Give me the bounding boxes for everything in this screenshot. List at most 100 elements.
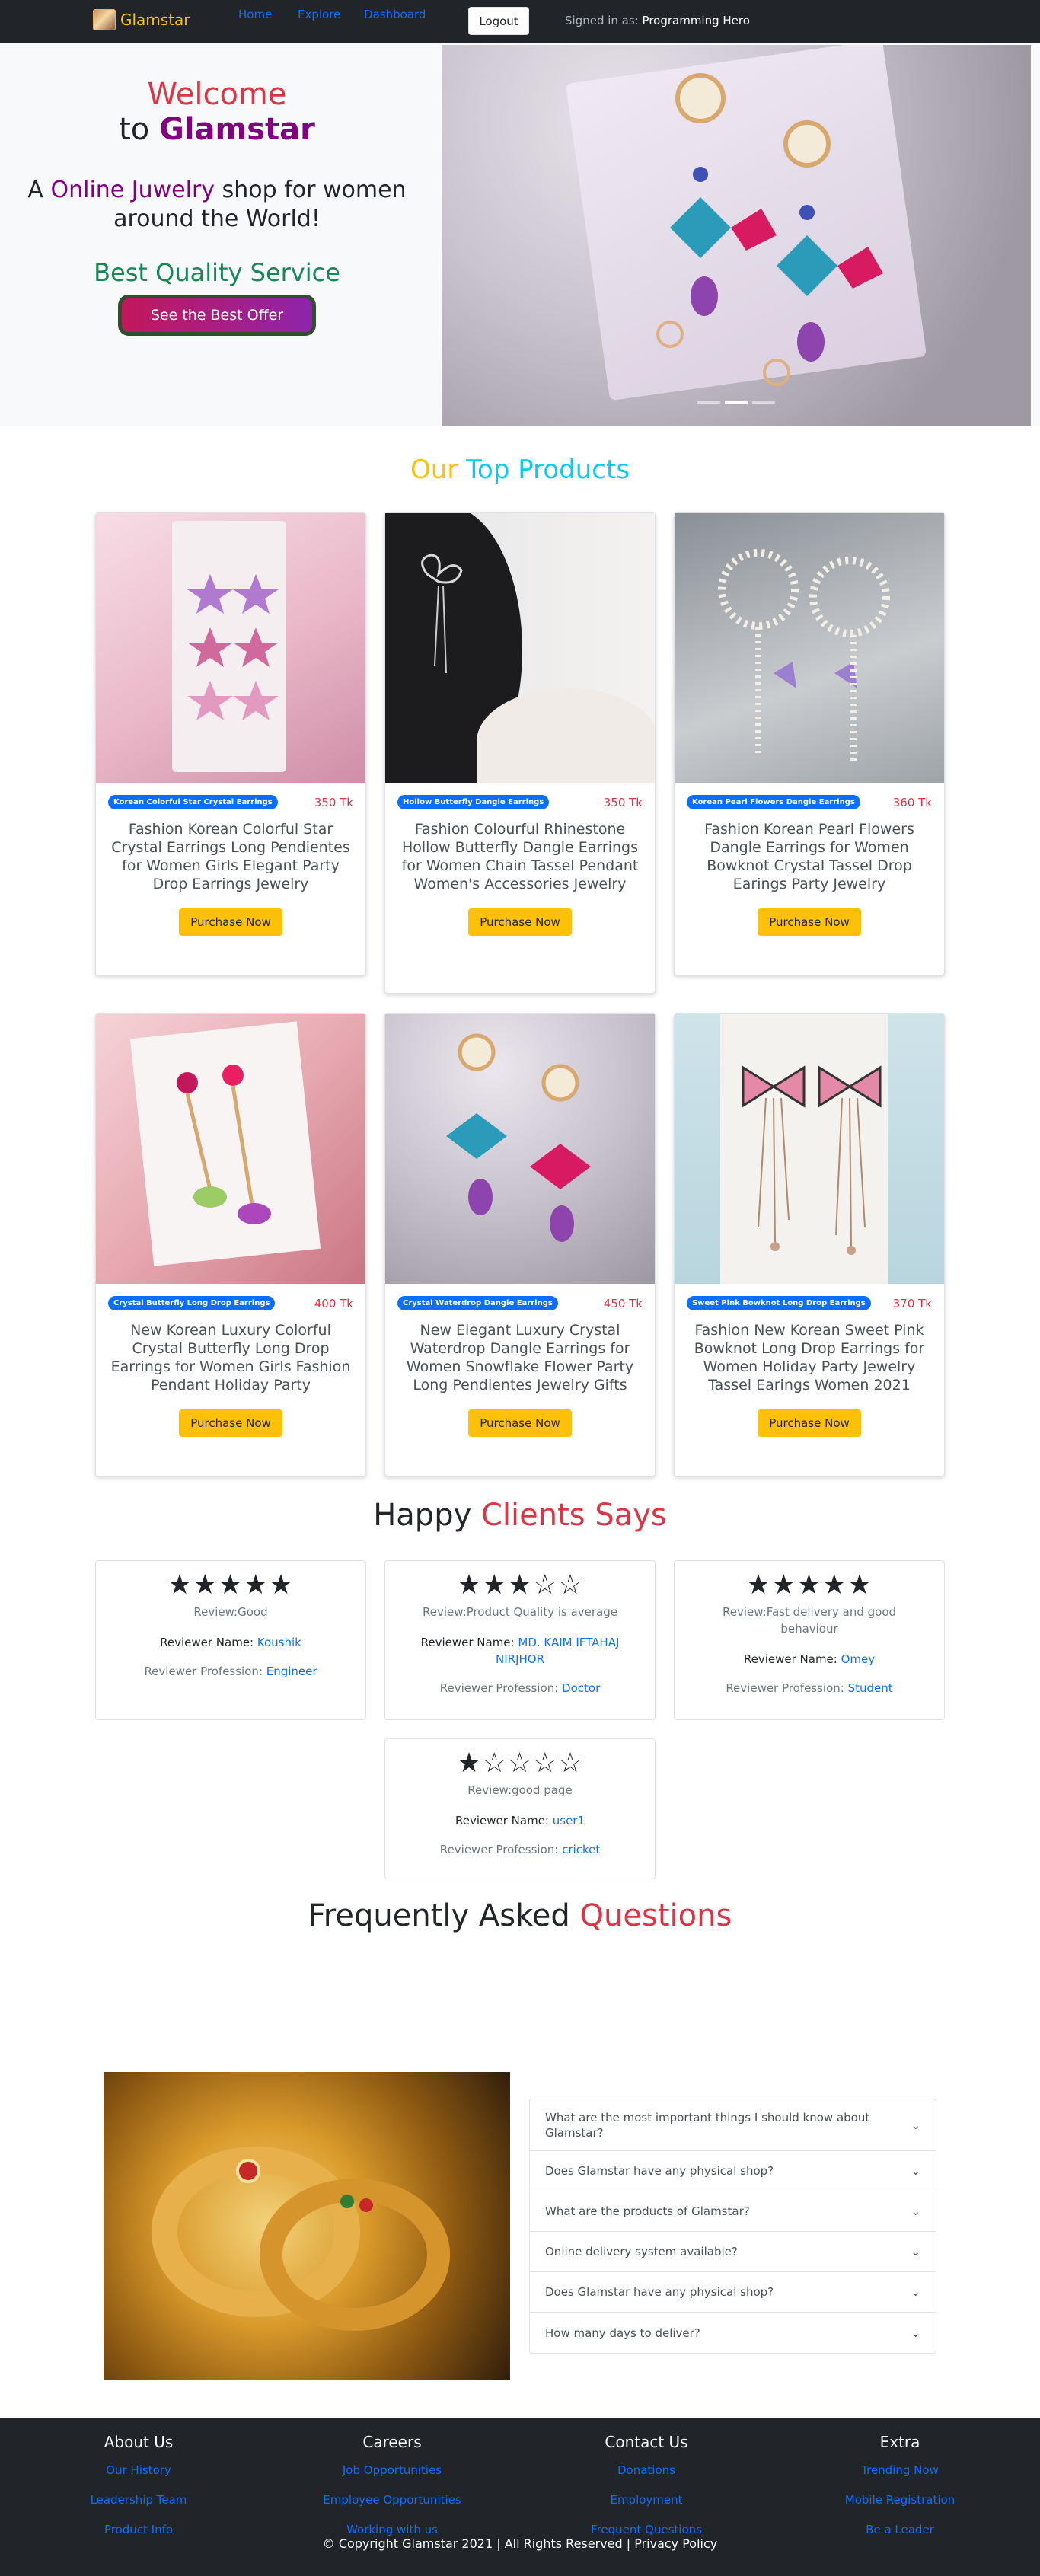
welcome-to: to <box>119 112 150 147</box>
carousel-dot[interactable] <box>752 401 775 404</box>
carousel-dot[interactable] <box>697 401 720 404</box>
purchase-now-button[interactable]: Purchase Now <box>179 908 282 936</box>
faq-item[interactable]: Does Glamstar have any physical shop? ⌄ <box>530 2272 936 2313</box>
product-price: 450 Tk <box>603 1296 643 1310</box>
purchase-now-button[interactable]: Purchase Now <box>179 1409 282 1437</box>
reviewer-profession: Reviewer Profession: Student <box>726 1681 893 1695</box>
product-meta: Crystal Butterfly Long Drop Earrings 400… <box>96 1296 365 1310</box>
footer-link[interactable]: Employee Opportunities <box>278 2485 506 2515</box>
product-image[interactable] <box>385 1014 655 1284</box>
top-products-title: Our Top Products <box>0 455 1040 485</box>
reviewer-name: Reviewer Name: Omey <box>743 1652 876 1666</box>
faq-item[interactable]: What are the products of Glamstar? ⌄ <box>530 2191 936 2232</box>
tagline-highlight: Online Juwelry <box>50 177 215 203</box>
footer-link[interactable]: Trending Now <box>786 2456 1014 2485</box>
product-image[interactable] <box>675 1014 944 1284</box>
signed-in-info: Signed in as: Programming Hero <box>565 14 750 27</box>
faq-title: Frequently Asked Questions <box>0 1898 1040 1933</box>
product-meta: Korean Colorful Star Crystal Earrings 35… <box>96 795 365 809</box>
reviewer-profession: Reviewer Profession: Doctor <box>439 1681 601 1695</box>
brand[interactable]: Glamstar <box>93 9 190 30</box>
purchase-now-button[interactable]: Purchase Now <box>468 908 572 936</box>
product-card: Sweet Pink Bowknot Long Drop Earrings 37… <box>674 1013 945 1476</box>
footer-link[interactable]: Job Opportunities <box>278 2456 506 2485</box>
footer-link[interactable]: Our History <box>24 2456 253 2485</box>
reviewer-name: Reviewer Name: MD. KAIM IFTAHAJ NIRJHOR <box>420 1636 620 1666</box>
review-text: Review:Product Quality is average <box>423 1605 617 1619</box>
top-products-title-b: Top Products <box>466 455 630 485</box>
product-name: New Korean Luxury Colorful Crystal Butte… <box>110 1322 351 1393</box>
product-card: Korean Colorful Star Crystal Earrings 35… <box>95 512 366 975</box>
hero-tagline: A Online Juwelry shop for women around t… <box>0 176 434 234</box>
faq-accordion: What are the most important things I sho… <box>529 2099 936 2354</box>
star-rating-icon: ★★★☆☆ <box>456 1569 584 1601</box>
quality-slogan: Best Quality Service <box>94 258 340 287</box>
product-card: Korean Pearl Flowers Dangle Earrings 360… <box>674 512 945 975</box>
nav-link-dashboard[interactable]: Dashboard <box>364 8 426 21</box>
star-rating-icon: ★★★★★ <box>167 1569 295 1601</box>
faq-question: Online delivery system available? <box>545 2245 738 2258</box>
product-meta: Hollow Butterfly Dangle Earrings 350 Tk <box>385 795 655 809</box>
product-name: New Elegant Luxury Crystal Waterdrop Dan… <box>406 1322 634 1393</box>
product-image[interactable] <box>675 513 944 783</box>
faq-question: What are the most important things I sho… <box>545 2110 870 2140</box>
footer-column-careers: Careers Job Opportunities Employee Oppor… <box>278 2433 506 2545</box>
footer-link[interactable]: Mobile Registration <box>786 2485 1014 2515</box>
footer-column-extra: Extra Trending Now Mobile Registration B… <box>786 2433 1014 2545</box>
nav-link-explore[interactable]: Explore <box>298 8 340 21</box>
carousel-indicators[interactable] <box>697 401 775 404</box>
product-image[interactable] <box>385 513 655 783</box>
faq-title-b: Questions <box>579 1898 732 1933</box>
logout-button[interactable]: Logout <box>468 7 529 35</box>
product-meta: Crystal Waterdrop Dangle Earrings 450 Tk <box>385 1296 655 1310</box>
hero-text: Welcome to Glamstar A Online Juwelry sho… <box>0 43 434 336</box>
footer-link[interactable]: Donations <box>532 2456 761 2485</box>
chevron-down-icon: ⌄ <box>911 2118 920 2132</box>
product-price: 350 Tk <box>314 795 353 809</box>
brand-name: Glamstar <box>120 11 190 29</box>
faq-question: What are the products of Glamstar? <box>545 2204 750 2218</box>
brand-logo-icon <box>93 9 116 30</box>
review-card: ★★★★★ Review:Good Reviewer Name: Koushik… <box>95 1560 366 1720</box>
welcome-brand: Glamstar <box>159 112 315 147</box>
faq-item[interactable]: Does Glamstar have any physical shop? ⌄ <box>530 2151 936 2191</box>
footer-link[interactable]: Leadership Team <box>24 2485 253 2515</box>
product-card: Crystal Butterfly Long Drop Earrings 400… <box>95 1013 366 1476</box>
footer-link[interactable]: Employment <box>532 2485 761 2515</box>
footer-heading: Extra <box>879 2433 920 2451</box>
nav-link-home[interactable]: Home <box>238 8 272 21</box>
faq-item[interactable]: How many days to deliver? ⌄ <box>530 2313 936 2353</box>
chevron-down-icon: ⌄ <box>911 2325 920 2340</box>
review-card: ★★★★★ Review:Fast delivery and good beha… <box>674 1560 945 1720</box>
top-products-title-a: Our <box>410 455 458 485</box>
product-name: Fashion Korean Pearl Flowers Dangle Earr… <box>704 821 914 892</box>
review-grid: ★★★★★ Review:Good Reviewer Name: Koushik… <box>0 1533 1040 1898</box>
see-best-offer-button[interactable]: See the Best Offer <box>118 295 316 336</box>
hero-carousel-image[interactable] <box>442 45 1031 426</box>
reviewer-profession: Reviewer Profession: Engineer <box>144 1665 317 1678</box>
product-price: 400 Tk <box>314 1296 353 1310</box>
product-name: Fashion Colourful Rhinestone Hollow Butt… <box>401 821 639 892</box>
review-card: ★★★☆☆ Review:Product Quality is average … <box>384 1560 656 1720</box>
product-badge: Korean Pearl Flowers Dangle Earrings <box>687 795 860 809</box>
tagline-prefix: A <box>27 177 43 203</box>
welcome-subheading: to Glamstar <box>0 112 434 147</box>
purchase-now-button[interactable]: Purchase Now <box>468 1409 572 1437</box>
product-image[interactable] <box>96 513 365 783</box>
faq-title-a: Frequently Asked <box>308 1898 570 1933</box>
purchase-now-button[interactable]: Purchase Now <box>758 908 861 936</box>
product-image[interactable] <box>96 1014 365 1284</box>
review-card: ★☆☆☆☆ Review:good page Reviewer Name: us… <box>384 1738 656 1879</box>
purchase-now-button[interactable]: Purchase Now <box>758 1409 861 1437</box>
faq-item[interactable]: Online delivery system available? ⌄ <box>530 2232 936 2272</box>
carousel-dot-active[interactable] <box>725 401 748 404</box>
faq-item[interactable]: What are the most important things I sho… <box>530 2099 936 2151</box>
product-card: Crystal Waterdrop Dangle Earrings 450 Tk… <box>384 1013 656 1476</box>
review-text: Review:Fast delivery and good behaviour <box>722 1605 897 1636</box>
review-text: Review:good page <box>467 1783 573 1797</box>
chevron-down-icon: ⌄ <box>911 2204 920 2218</box>
product-badge: Sweet Pink Bowknot Long Drop Earrings <box>687 1296 871 1310</box>
chevron-down-icon: ⌄ <box>911 2245 920 2258</box>
reviewer-profession: Reviewer Profession: cricket <box>439 1843 601 1856</box>
star-rating-icon: ★☆☆☆☆ <box>456 1748 584 1779</box>
